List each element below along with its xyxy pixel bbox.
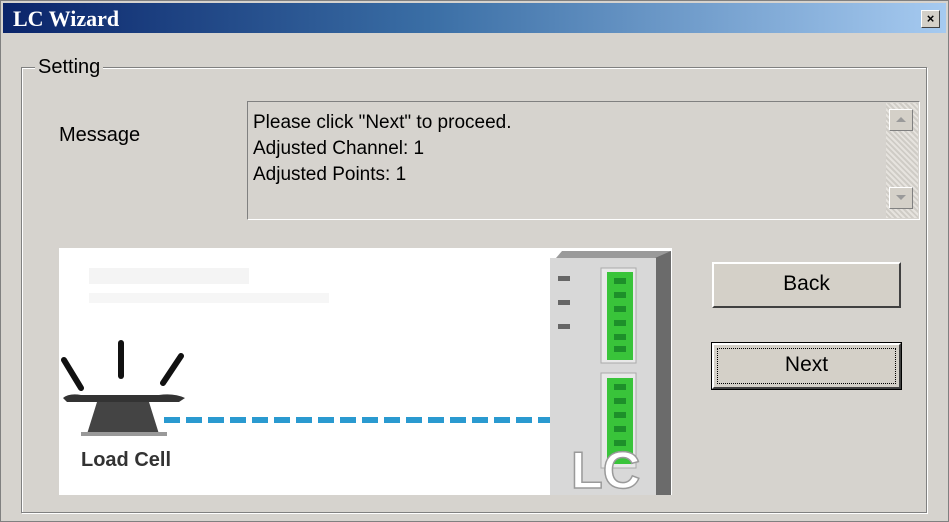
signal-burst-icon xyxy=(61,340,184,391)
message-scrollbar[interactable] xyxy=(886,103,918,218)
load-cell-label: Load Cell xyxy=(81,449,171,471)
load-cell-illustration: Load Cell LC xyxy=(59,248,672,495)
lc-module-label: LC xyxy=(571,442,640,495)
next-button[interactable]: Next xyxy=(711,342,902,390)
message-line: Adjusted Channel: 1 xyxy=(253,138,425,159)
back-button[interactable]: Back xyxy=(712,262,901,308)
message-line: Adjusted Points: 1 xyxy=(253,164,407,185)
arrow-down-icon xyxy=(896,195,906,200)
faint-decoration xyxy=(89,268,249,284)
scroll-up-button[interactable] xyxy=(889,109,913,131)
message-label: Message xyxy=(59,124,141,146)
arrow-up-icon xyxy=(896,117,906,122)
load-cell-icon xyxy=(63,394,185,436)
message-textbox[interactable]: Please click "Next" to proceed. Adjusted… xyxy=(247,101,920,220)
title-bar[interactable]: LC Wizard × xyxy=(3,3,946,33)
message-line: Please click "Next" to proceed. xyxy=(253,112,512,133)
focus-rectangle xyxy=(717,348,896,384)
lc-wizard-window: LC Wizard × Setting Message Please click… xyxy=(0,0,949,522)
scroll-down-button[interactable] xyxy=(889,187,913,209)
faint-decoration xyxy=(89,293,329,303)
message-text: Please click "Next" to proceed. Adjusted… xyxy=(253,110,512,188)
back-button-label: Back xyxy=(783,272,830,295)
close-button[interactable]: × xyxy=(921,10,940,28)
close-icon: × xyxy=(926,11,935,26)
window-title: LC Wizard xyxy=(13,6,120,31)
setting-group-label: Setting xyxy=(35,56,104,79)
illustration-svg: Load Cell LC xyxy=(61,251,671,495)
